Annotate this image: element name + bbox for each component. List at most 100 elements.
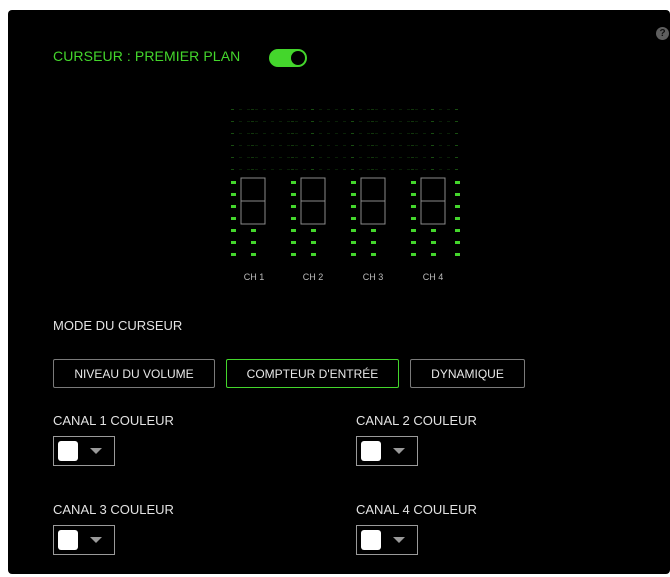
mode-volume-level-button[interactable]: NIVEAU DU VOLUME <box>53 359 215 388</box>
meter-dot <box>351 229 356 232</box>
meter-dot <box>231 253 236 256</box>
meter-grid-dash <box>295 109 298 110</box>
meter-grid-dash <box>343 121 346 122</box>
meter-grid-dash <box>399 145 402 146</box>
meter-grid-dash <box>319 169 322 170</box>
meter-grid-dash <box>303 145 306 146</box>
meter-grid-dash <box>431 157 434 158</box>
meter-grid-dash <box>255 133 258 134</box>
meter-grid-dash <box>287 145 290 146</box>
meter-grid-dash <box>287 133 290 134</box>
channel-2-color-dropdown[interactable] <box>356 436 418 466</box>
meter-dot <box>351 205 356 208</box>
meter-grid-dash <box>271 169 274 170</box>
meter-grid-dash <box>287 157 290 158</box>
meter-grid-dash <box>231 109 234 110</box>
chevron-down-icon <box>393 448 405 454</box>
meter-dot <box>455 205 460 208</box>
meter-grid-dash <box>431 121 434 122</box>
meter-dot <box>411 169 414 170</box>
meter-grid-dash <box>327 121 330 122</box>
meter-grid-dash <box>319 157 322 158</box>
meter-grid-dash <box>367 121 370 122</box>
meter-grid-dash <box>255 145 258 146</box>
meter-grid-dash <box>255 169 258 170</box>
meter-dot <box>411 145 414 146</box>
meter-dot <box>351 253 356 256</box>
meter-dot <box>231 217 236 220</box>
meter-grid-dash <box>239 121 242 122</box>
mode-input-meter-button[interactable]: COMPTEUR D'ENTRÉE <box>226 359 399 388</box>
meter-dot <box>231 193 236 196</box>
meter-grid-dash <box>391 121 394 122</box>
meter-grid-dash <box>231 169 234 170</box>
meter-dot <box>411 229 416 232</box>
meter-grid-dash <box>455 109 458 110</box>
meter-dot <box>455 229 460 232</box>
meter-grid-dash <box>335 145 338 146</box>
meter-grid-dash <box>431 169 434 170</box>
meter-grid-dash <box>327 133 330 134</box>
meter-dot <box>291 109 294 110</box>
meter-grid-dash <box>447 169 450 170</box>
meter-dot <box>371 169 374 170</box>
meter-grid-dash <box>391 109 394 110</box>
meter-dot <box>431 241 436 244</box>
meter-grid-dash <box>287 109 290 110</box>
meter-grid-dash <box>247 169 250 170</box>
meter-grid-dash <box>415 109 418 110</box>
meter-grid-dash <box>391 169 394 170</box>
meter-grid-dash <box>327 109 330 110</box>
meter-grid-dash <box>311 145 314 146</box>
meter-dot <box>351 217 356 220</box>
meter-grid-dash <box>359 133 362 134</box>
meter-dot <box>291 157 294 158</box>
meter-grid-dash <box>407 157 410 158</box>
mode-dynamic-button[interactable]: DYNAMIQUE <box>410 359 525 388</box>
meter-dot <box>311 229 316 232</box>
meter-dot <box>455 181 460 184</box>
meter-grid-dash <box>383 145 386 146</box>
meter-grid-dash <box>423 145 426 146</box>
color-swatch <box>58 441 78 461</box>
meter-dot <box>371 109 374 110</box>
meter-dot <box>411 217 416 220</box>
meter-grid-dash <box>391 145 394 146</box>
toggle-knob <box>291 51 305 65</box>
foreground-toggle[interactable] <box>269 49 307 67</box>
settings-panel <box>8 10 670 574</box>
channel-4-color-label: CANAL 4 COULEUR <box>356 502 477 517</box>
meter-grid-dash <box>335 169 338 170</box>
meter-grid-dash <box>239 145 242 146</box>
meter-grid-dash <box>399 133 402 134</box>
meter-grid-dash <box>255 121 258 122</box>
meter-dot <box>351 193 356 196</box>
meter-grid-dash <box>423 109 426 110</box>
channel-1-color-dropdown[interactable] <box>53 436 115 466</box>
meter-grid-dash <box>415 133 418 134</box>
meter-grid-dash <box>367 169 370 170</box>
meter-grid-dash <box>375 109 378 110</box>
meter-grid-dash <box>231 157 234 158</box>
channel-label-3: CH 3 <box>362 272 384 282</box>
meter-grid-dash <box>359 109 362 110</box>
meter-grid-dash <box>247 133 250 134</box>
meter-grid-dash <box>279 169 282 170</box>
meter-grid-dash <box>255 157 258 158</box>
meter-grid-dash <box>319 145 322 146</box>
meter-grid-dash <box>375 121 378 122</box>
meter-grid-dash <box>455 169 458 170</box>
meter-grid-dash <box>423 169 426 170</box>
meter-grid-dash <box>295 157 298 158</box>
meter-grid-dash <box>407 133 410 134</box>
meter-dot <box>411 133 414 134</box>
mode-label: MODE DU CURSEUR <box>53 318 183 333</box>
meter-grid-dash <box>335 109 338 110</box>
meter-grid-dash <box>231 133 234 134</box>
meter-grid-dash <box>415 145 418 146</box>
channel-3-color-dropdown[interactable] <box>53 525 115 555</box>
meter-grid-dash <box>375 133 378 134</box>
help-icon[interactable]: ? <box>656 27 669 40</box>
channel-label-1: CH 1 <box>243 272 265 282</box>
channel-4-color-dropdown[interactable] <box>356 525 418 555</box>
